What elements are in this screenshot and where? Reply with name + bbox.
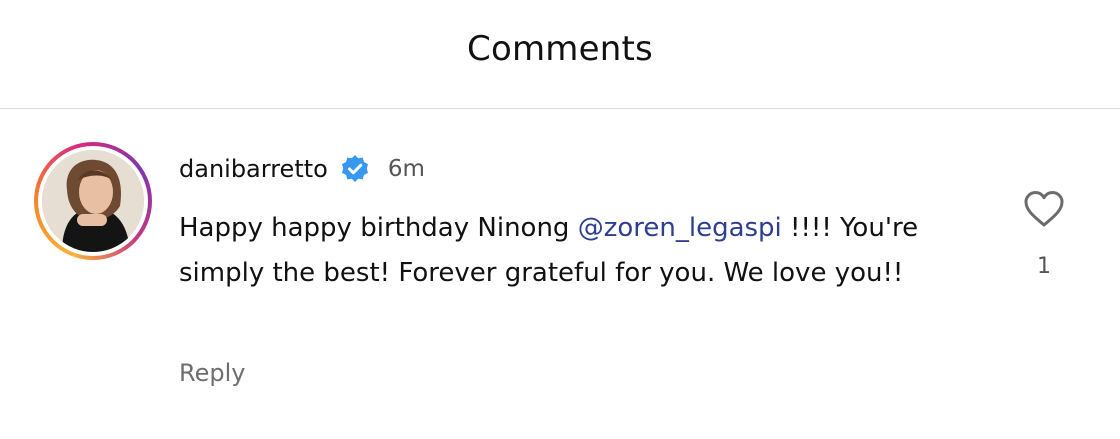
avatar-photo	[42, 150, 144, 252]
comments-screen: Comments danibarretto 6m Happy happy bir…	[0, 0, 1120, 439]
comment-text-start: Happy happy birthday Ninong	[179, 213, 578, 243]
story-ring[interactable]	[34, 142, 152, 260]
page-title: Comments	[467, 29, 653, 69]
mention-link[interactable]: @zoren_legaspi	[578, 213, 782, 243]
comment-item: danibarretto 6m Happy happy birthday Nin…	[0, 109, 1120, 439]
comment-time: 6m	[387, 156, 425, 182]
avatar[interactable]	[42, 150, 144, 252]
reply-button[interactable]: Reply	[179, 359, 245, 387]
heart-outline-icon[interactable]	[1022, 189, 1066, 229]
comment-meta: danibarretto 6m	[179, 151, 425, 187]
comments-header: Comments	[0, 0, 1120, 109]
like-count: 1	[1037, 254, 1051, 279]
comment-text: Happy happy birthday Ninong @zoren_legas…	[179, 206, 959, 296]
verified-badge-icon	[340, 154, 370, 184]
username-link[interactable]: danibarretto	[179, 155, 328, 183]
